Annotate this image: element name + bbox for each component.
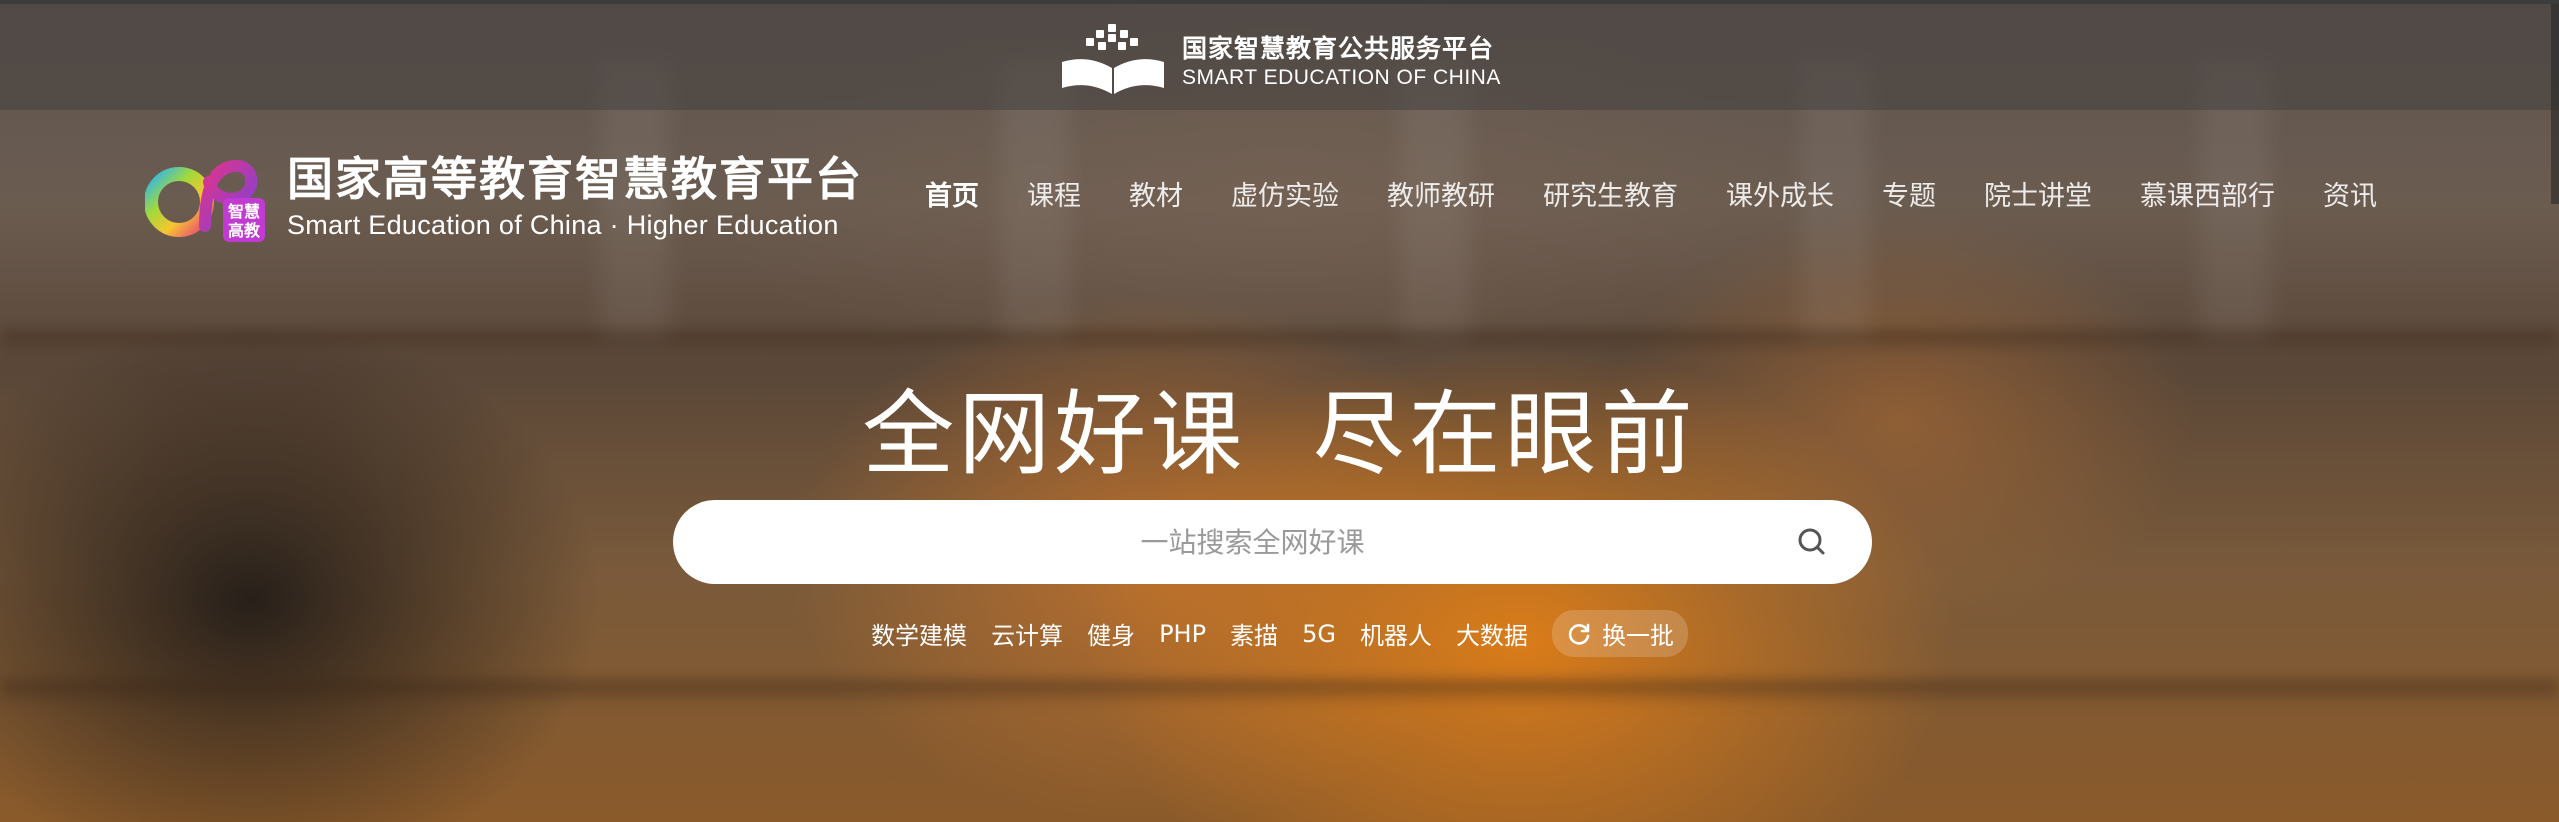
brand-title-cn: 国家高等教育智慧教育平台 (287, 151, 863, 206)
refresh-tags-button[interactable]: 换一批 (1551, 610, 1688, 657)
brand-emblem-icon: 智慧 高教 (144, 146, 267, 246)
nav-item-mooc-west[interactable]: 慕课西部行 (2116, 174, 2299, 213)
hot-tag[interactable]: 机器人 (1360, 616, 1432, 651)
nav-item-teacher-research[interactable]: 教师教研 (1363, 174, 1519, 213)
hot-tag[interactable]: PHP (1159, 620, 1206, 648)
header-nav-row: 智慧 高教 国家高等教育智慧教育平台 Smart Education of Ch… (0, 110, 2559, 280)
nav-item-textbooks[interactable]: 教材 (1105, 174, 1207, 213)
search-button[interactable] (1772, 500, 1852, 584)
nav-item-graduate-education[interactable]: 研究生教育 (1519, 174, 1702, 213)
hot-tag[interactable]: 大数据 (1456, 616, 1528, 651)
hot-tag[interactable]: 云计算 (991, 616, 1063, 651)
platform-logo[interactable]: 国家智慧教育公共服务平台 SMART EDUCATION OF CHINA (1058, 22, 1501, 102)
open-book-logo-icon (1062, 24, 1164, 94)
nav-item-academician-lectures[interactable]: 院士讲堂 (1960, 174, 2116, 213)
platform-title-en: SMART EDUCATION OF CHINA (1182, 65, 1501, 89)
main-nav: 首页 课程 教材 虚仿实验 教师教研 研究生教育 课外成长 专题 院士讲堂 慕课… (925, 174, 2401, 213)
hot-tag[interactable]: 数学建模 (871, 616, 967, 651)
search-bar (673, 500, 1872, 584)
nav-item-news[interactable]: 资讯 (2299, 174, 2401, 213)
nav-item-extracurricular[interactable]: 课外成长 (1702, 174, 1858, 213)
refresh-icon (1568, 623, 1590, 645)
hot-tag[interactable]: 素描 (1230, 616, 1278, 651)
brand-logo[interactable]: 智慧 高教 国家高等教育智慧教育平台 Smart Education of Ch… (144, 146, 863, 246)
nav-item-home[interactable]: 首页 (925, 174, 1003, 213)
search-icon (1798, 528, 1825, 555)
svg-text:智慧: 智慧 (228, 202, 260, 221)
top-banner: 国家智慧教育公共服务平台 SMART EDUCATION OF CHINA (0, 0, 2559, 110)
brand-title-en: Smart Education of China · Higher Educat… (287, 209, 839, 240)
hot-tag[interactable]: 健身 (1087, 616, 1135, 651)
refresh-label: 换一批 (1601, 622, 1674, 650)
scrollbar[interactable] (2551, 4, 2559, 204)
search-input[interactable] (673, 525, 1772, 559)
nav-item-courses[interactable]: 课程 (1003, 174, 1105, 213)
hot-tag[interactable]: 5G (1302, 620, 1336, 648)
svg-text:高教: 高教 (228, 221, 261, 240)
nav-item-virtual-labs[interactable]: 虚仿实验 (1207, 174, 1363, 213)
nav-item-topics[interactable]: 专题 (1858, 174, 1960, 213)
hot-tags: 数学建模 云计算 健身 PHP 素描 5G 机器人 大数据 换一批 (0, 610, 2559, 657)
hero-headline: 全网好课 尽在眼前 (862, 381, 1697, 488)
platform-title-cn: 国家智慧教育公共服务平台 (1182, 34, 1495, 64)
